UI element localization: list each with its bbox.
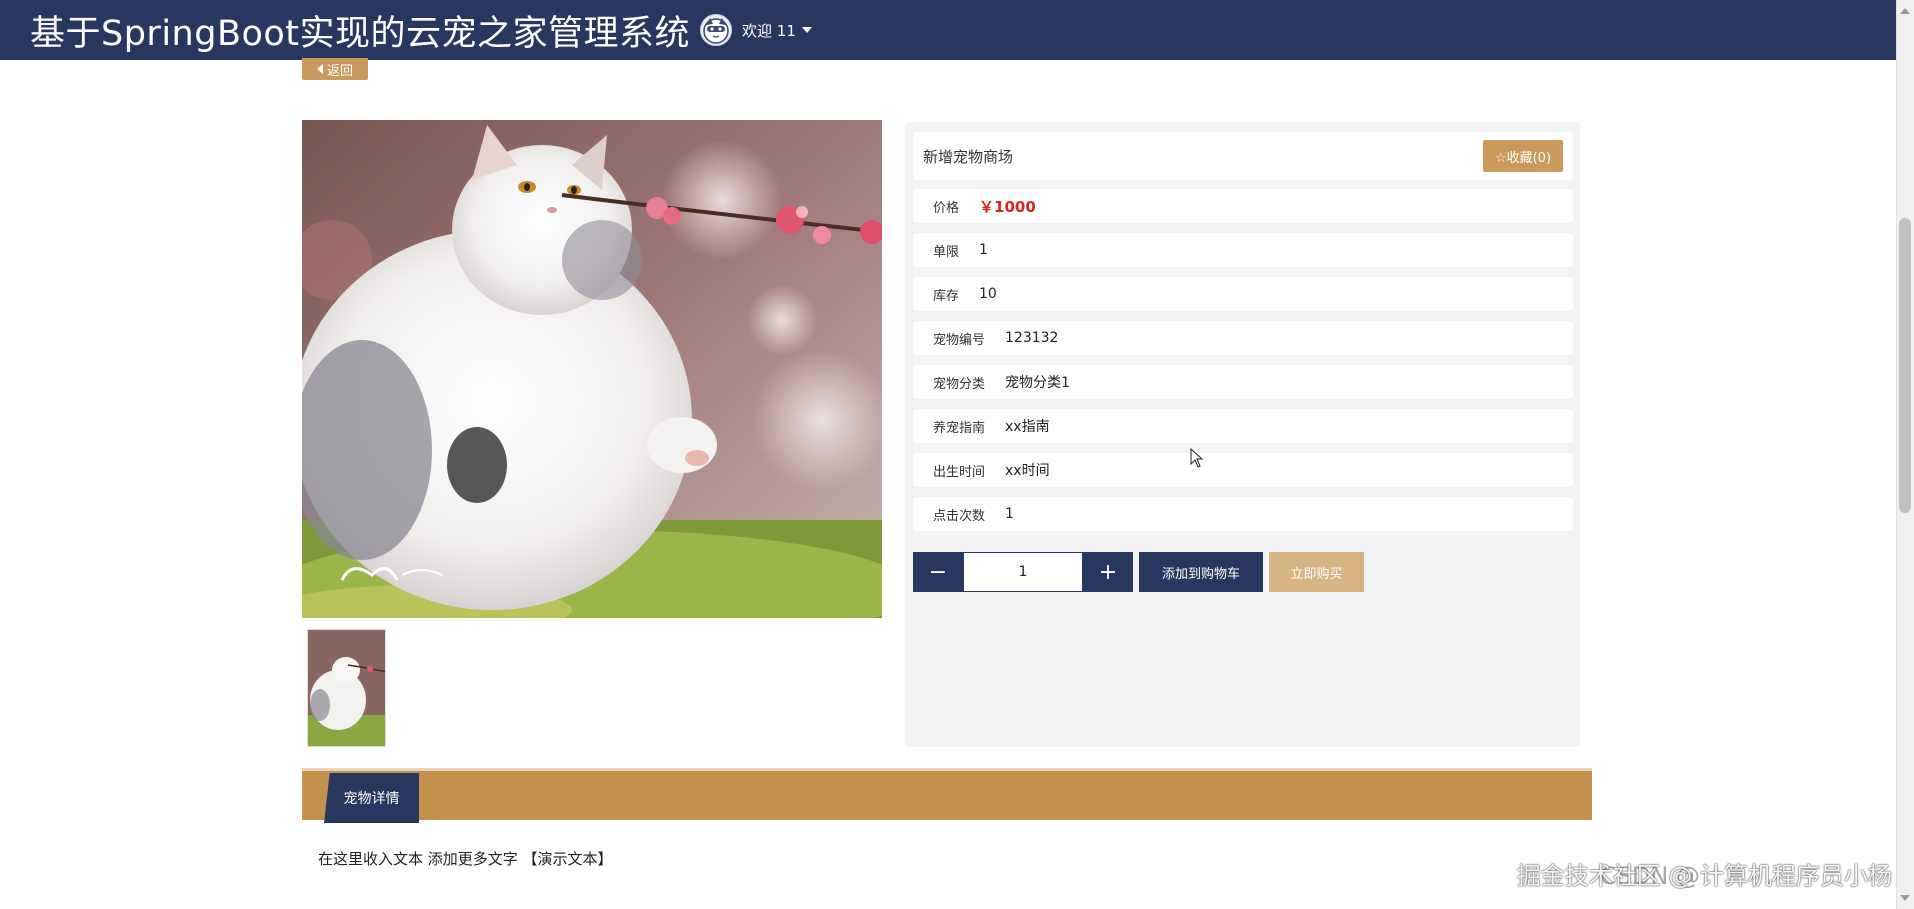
site-title: 基于SpringBoot实现的云宠之家管理系统 — [30, 13, 691, 54]
birth-time-label: 出生时间 — [933, 464, 986, 480]
pet-category-label: 宠物分类 — [933, 376, 986, 392]
product-thumbnail[interactable] — [307, 629, 386, 747]
favorite-button[interactable]: ☆收藏(0) — [1483, 140, 1563, 172]
pet-category-row: 宠物分类 宠物分类1 — [913, 365, 1573, 399]
chevron-left-icon — [316, 64, 323, 74]
avatar-icon[interactable] — [700, 14, 733, 46]
care-guide-label: 养宠指南 — [933, 420, 986, 436]
pet-number-value: 123132 — [1005, 330, 1059, 346]
watermark: CSDN @计算机程序员小杨 掘金技术社区 @ 计算机程序员小杨 — [1517, 856, 1892, 891]
birth-time-row: 出生时间 xx时间 — [913, 453, 1573, 487]
add-to-cart-button[interactable]: 添加到购物车 — [1139, 552, 1263, 592]
welcome-text: 欢迎 11 — [742, 21, 796, 40]
quantity-stepper: − + 添加到购物车 立即购买 — [913, 552, 1364, 592]
back-button[interactable]: 返回 — [302, 58, 368, 80]
price-row: 价格 ￥1000 — [913, 189, 1573, 223]
care-guide-row: 养宠指南 xx指南 — [913, 409, 1573, 443]
care-guide-value: xx指南 — [1005, 419, 1050, 435]
decrease-quantity-button[interactable]: − — [913, 552, 963, 592]
product-name: 新增宠物商场 — [923, 147, 1014, 166]
product-main-image — [302, 120, 882, 618]
click-count-row: 点击次数 1 — [913, 497, 1573, 531]
buy-now-button[interactable]: 立即购买 — [1269, 552, 1364, 592]
product-info-panel: 新增宠物商场 ☆收藏(0) 价格 ￥1000 单限 1 库存 10 宠物编号 1… — [905, 122, 1580, 747]
top-navbar: 基于SpringBoot实现的云宠之家管理系统 欢迎 11 — [0, 0, 1896, 60]
caret-down-icon — [801, 27, 812, 33]
page-scrollbar[interactable] — [1896, 0, 1914, 909]
details-tab-bar: 宠物详情 — [302, 768, 1592, 823]
increase-quantity-button[interactable]: + — [1083, 552, 1133, 592]
click-count-value: 1 — [1005, 506, 1014, 522]
price-value: ￥1000 — [979, 197, 1036, 216]
pet-category-value: 宠物分类1 — [1005, 375, 1070, 391]
limit-row: 单限 1 — [913, 233, 1573, 267]
user-menu[interactable]: 欢迎 11 — [742, 20, 812, 41]
scroll-down-icon[interactable] — [1900, 895, 1910, 901]
tab-pet-details[interactable]: 宠物详情 — [324, 773, 419, 823]
product-title-row: 新增宠物商场 ☆收藏(0) — [913, 132, 1573, 180]
scroll-up-icon[interactable] — [1900, 8, 1910, 14]
watermark-overlay: 掘金技术社区 @ 计算机程序员小杨 — [1516, 862, 1892, 890]
pet-number-label: 宠物编号 — [933, 332, 986, 348]
pet-number-row: 宠物编号 123132 — [913, 321, 1573, 355]
stock-value: 10 — [979, 286, 997, 302]
quantity-input[interactable] — [963, 552, 1083, 592]
stock-row: 库存 10 — [913, 277, 1573, 311]
price-label: 价格 — [933, 200, 960, 216]
birth-time-value: xx时间 — [1005, 463, 1050, 479]
back-label: 返回 — [326, 63, 353, 79]
details-content: 在这里收入文本 添加更多文字 【演示文本】 — [318, 850, 613, 868]
mouse-cursor-icon — [1190, 447, 1204, 472]
click-count-label: 点击次数 — [933, 508, 986, 524]
limit-label: 单限 — [933, 244, 960, 260]
limit-value: 1 — [979, 242, 988, 258]
scroll-thumb[interactable] — [1899, 218, 1911, 513]
stock-label: 库存 — [933, 288, 960, 304]
